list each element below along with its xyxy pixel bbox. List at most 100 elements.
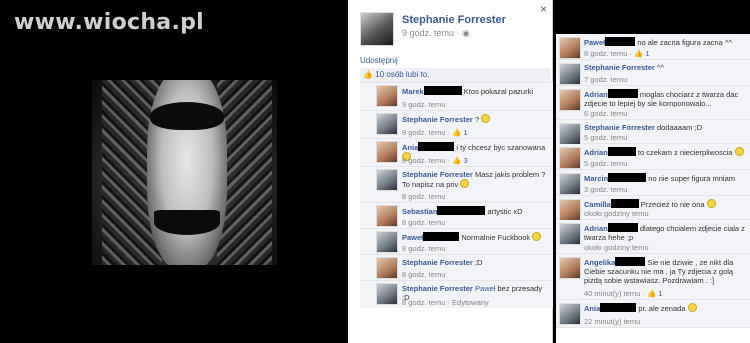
commenter-name[interactable]: Marek	[402, 87, 424, 96]
comment-body: ^^	[656, 63, 664, 72]
comment-meta: 8 godz. temu	[402, 270, 445, 279]
comment-meta: 9 godz. temu	[402, 100, 445, 109]
smiley-icon	[687, 303, 697, 312]
share-link[interactable]: Udostępnij	[360, 56, 398, 65]
commenter-avatar[interactable]	[559, 303, 581, 325]
comment-text: Adrian to czekam z niecierpliwoscia	[584, 147, 748, 157]
comment-timestamp[interactable]: 8 godz. temu ·	[584, 49, 634, 58]
commenter-avatar[interactable]	[559, 63, 581, 85]
comment-meta: 8 godz. temu	[402, 244, 445, 253]
comment-text: Marcin no nie super figura mniam	[584, 173, 748, 183]
mention-link[interactable]: Paweł	[475, 284, 495, 293]
comment-timestamp[interactable]: 8 godz. temu	[402, 192, 445, 201]
comment-body: artystic xD	[487, 207, 523, 216]
commenter-avatar[interactable]	[376, 231, 398, 253]
comment-like-count[interactable]: 1	[463, 128, 467, 137]
commenter-name[interactable]: Adrian	[584, 148, 608, 157]
comments-continued-panel: Paweł no ale zacna figura zacna ^^ 8 godz…	[556, 34, 750, 343]
commenter-name[interactable]: Ania	[584, 304, 600, 313]
comment-like-count[interactable]: 1	[645, 49, 649, 58]
commenter-avatar[interactable]	[559, 123, 581, 145]
commenter-name[interactable]: Stephanie Forrester	[402, 284, 473, 293]
like-icon: 👍	[363, 70, 373, 79]
comment-row: Angelika Sie nie dziwie , ze nikt dla Ci…	[556, 254, 750, 300]
likes-count[interactable]: 10 osób lubi to.	[375, 70, 429, 79]
commenter-avatar[interactable]	[376, 141, 398, 163]
comment-like-count[interactable]: 3	[463, 156, 467, 165]
commenter-avatar[interactable]	[376, 169, 398, 191]
comment-meta: 8 godz. temu · 👍 3	[402, 156, 468, 165]
comment-timestamp[interactable]: 5 godz. temu	[584, 159, 627, 168]
commenter-avatar[interactable]	[559, 199, 581, 221]
post-header: Stephanie Forrester 9 godz. temu · ◉	[360, 12, 506, 51]
commenter-avatar[interactable]	[376, 113, 398, 135]
commenter-avatar[interactable]	[559, 223, 581, 245]
redacted-block	[607, 223, 638, 232]
comment-timestamp[interactable]: 5 godz. temu	[584, 133, 627, 142]
like-icon: 👍	[452, 128, 464, 137]
commenter-name[interactable]: Ania	[402, 143, 418, 152]
comment-timestamp[interactable]: 8 godz. temu · Edytowany	[402, 298, 489, 307]
comment-timestamp[interactable]: 6 godz. temu	[584, 109, 627, 118]
commenter-avatar[interactable]	[376, 257, 398, 279]
comment-body: no nie super figura mniam	[648, 174, 735, 183]
comment-timestamp[interactable]: 9 godz. temu	[402, 100, 445, 109]
comment-timestamp[interactable]: 8 godz. temu	[402, 218, 445, 227]
comment-row: Paweł no ale zacna figura zacna ^^ 8 godz…	[556, 34, 750, 60]
commenter-name[interactable]: Stephanie Forrester	[584, 63, 655, 72]
redacted-block	[600, 303, 637, 312]
commenter-avatar[interactable]	[559, 257, 581, 279]
commenter-name[interactable]: Stephanie Forrester	[402, 258, 473, 267]
smiley-icon	[460, 179, 470, 188]
comment-timestamp[interactable]: około godziny temu	[584, 209, 649, 218]
commenter-name[interactable]: Sebastian	[402, 207, 437, 216]
comment-meta: 5 godz. temu	[584, 159, 627, 168]
smiley-icon	[706, 199, 716, 208]
comment-text: Stephanie Forrester Masz jakis problem ?…	[402, 170, 551, 189]
owner-avatar[interactable]	[360, 12, 394, 46]
comment-meta: 9 godz. temu · 👍 1	[402, 128, 468, 137]
commenter-name[interactable]: Adrian	[584, 224, 608, 233]
commenter-name[interactable]: Camilla	[584, 200, 611, 209]
comment-timestamp[interactable]: 3 godz. temu	[584, 185, 627, 194]
redacted-block	[610, 199, 639, 208]
comment-timestamp[interactable]: 40 minut(y) temu ·	[584, 289, 647, 298]
commenter-name[interactable]: Stephanie Forrester	[402, 170, 473, 179]
comment-timestamp[interactable]: 8 godz. temu	[402, 244, 445, 253]
commenter-avatar[interactable]	[559, 173, 581, 195]
comment-timestamp[interactable]: 8 godz. temu ·	[402, 156, 452, 165]
commenter-avatar[interactable]	[376, 85, 398, 107]
commenter-name[interactable]: Stephanie Forrester	[584, 123, 655, 132]
commenter-name[interactable]: Stephanie Forrester	[402, 115, 473, 124]
comment-like-count[interactable]: 1	[658, 289, 662, 298]
comment-row: Stephanie Forrester ;D 8 godz. temu	[360, 254, 553, 280]
comment-body: no ale zacna figura zacna ^^	[637, 38, 732, 47]
comment-timestamp[interactable]: około godziny temu	[584, 243, 649, 252]
commenter-name[interactable]: Paweł	[402, 233, 423, 242]
comment-text: Adrian dlatego chcialem zdjecie ciala z …	[584, 223, 748, 242]
commenter-name[interactable]: Adrian	[584, 90, 608, 99]
commenter-avatar[interactable]	[559, 37, 581, 59]
comment-timestamp[interactable]: 7 godz. temu	[584, 75, 627, 84]
comments-list-continued: Paweł no ale zacna figura zacna ^^ 8 godz…	[556, 34, 750, 328]
post-photo[interactable]	[92, 80, 277, 265]
comment-row: Stephanie Forrester dodaaaam ;D 5 godz. t…	[556, 120, 750, 145]
post-timestamp[interactable]: 9 godz. temu · ◉	[402, 28, 470, 39]
comment-text: Stephanie Forrester ;D	[402, 258, 551, 267]
photo-garment-bottom	[154, 210, 220, 235]
comment-timestamp[interactable]: 8 godz. temu	[402, 270, 445, 279]
comment-timestamp[interactable]: 22 minut(y) temu	[584, 317, 640, 326]
close-icon[interactable]: ×	[540, 2, 547, 16]
owner-name[interactable]: Stephanie Forrester	[402, 14, 506, 26]
commenter-name[interactable]: Paweł	[584, 38, 605, 47]
likes-bar[interactable]: 👍 10 osób lubi to.	[360, 68, 551, 82]
commenter-name[interactable]: Angelika	[584, 258, 615, 267]
commenter-avatar[interactable]	[559, 89, 581, 111]
comment-text: Stephanie Forrester ^^	[584, 63, 748, 72]
comment-meta: 3 godz. temu	[584, 185, 627, 194]
comment-timestamp[interactable]: 9 godz. temu ·	[402, 128, 452, 137]
commenter-avatar[interactable]	[376, 205, 398, 227]
commenter-avatar[interactable]	[559, 147, 581, 169]
commenter-avatar[interactable]	[376, 283, 398, 305]
commenter-name[interactable]: Marcin	[584, 174, 608, 183]
